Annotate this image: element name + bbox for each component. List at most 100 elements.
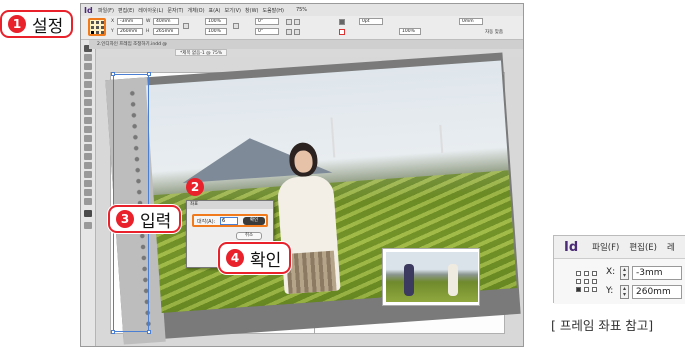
dialog-cancel-button[interactable]: 취소	[236, 232, 262, 240]
inset-photo-frame[interactable]	[382, 248, 480, 306]
free-transform-tool-icon[interactable]	[84, 153, 92, 160]
scale-y-field[interactable]: 100%	[205, 28, 227, 35]
selection-frame[interactable]	[113, 74, 149, 332]
face	[293, 149, 314, 174]
control-panel: X -3mm Y 260mm W 40mm H 265mm 100% 100% …	[81, 16, 523, 40]
fill-stroke-icon[interactable]	[84, 210, 92, 217]
menu-item-window[interactable]: 창(W)	[245, 7, 258, 14]
flip-vertical-icon[interactable]	[294, 29, 300, 35]
rectangle-tool-icon[interactable]	[84, 135, 92, 142]
rectangle-frame-tool-icon[interactable]	[84, 126, 92, 133]
dialog-field-label: 대각(A):	[197, 219, 216, 225]
dialog-title: 좌표	[187, 201, 273, 209]
constrain-proportions-icon[interactable]	[183, 23, 189, 29]
autofit-label[interactable]: 자동 맞춤	[485, 29, 503, 35]
flip-horizontal-icon[interactable]	[286, 29, 292, 35]
document-tab[interactable]: 2.인디자인 프레임 조정하기.indd @ 75%	[97, 40, 167, 49]
screen: Id 파일(F) 편집(E) 레이아웃(L) 문자(T) 개체(O) 표(A) …	[0, 0, 685, 349]
eyedropper-tool-icon[interactable]	[84, 180, 92, 187]
reference-body: X: ▴ ▾ -3mm Y: ▴ ▾ 260mm	[554, 258, 685, 304]
selection-handle[interactable]	[111, 330, 115, 334]
reference-caption: [ 프레임 좌표 참고]	[551, 318, 654, 333]
inset-person-right	[448, 264, 458, 296]
selection-handle[interactable]	[111, 72, 115, 76]
menu-item-file[interactable]: 파일(F)	[98, 7, 114, 14]
rotate-field[interactable]: 0°	[255, 18, 279, 25]
h-field[interactable]: 265mm	[153, 28, 179, 35]
hand-tool-icon[interactable]	[84, 189, 92, 196]
reference-point-grid[interactable]	[88, 18, 106, 36]
reference-x-label: X:	[606, 267, 616, 277]
skirt	[285, 250, 337, 294]
gap-tool-icon[interactable]	[84, 72, 92, 79]
inset-photo	[386, 252, 478, 302]
type-tool-icon[interactable]	[84, 90, 92, 97]
callout-step-3: 3 입력	[108, 205, 182, 233]
step-4-badge: 4	[226, 249, 244, 267]
menu-item-type[interactable]: 문자(T)	[167, 7, 183, 14]
selection-handle[interactable]	[147, 330, 151, 334]
reference-menu-file: 파일(F)	[592, 243, 620, 253]
direct-selection-tool-icon[interactable]	[84, 54, 92, 61]
menu-item-layout[interactable]: 레이아웃(L)	[138, 7, 163, 14]
step-1-label: 설정	[32, 16, 64, 37]
x-label: X	[111, 19, 115, 24]
pen-tool-icon[interactable]	[84, 108, 92, 115]
menu-item-edit[interactable]: 편집(E)	[118, 7, 134, 14]
line-tool-icon[interactable]	[84, 99, 92, 106]
rotate-ccw-icon[interactable]	[294, 19, 300, 25]
step-4-label: 확인	[250, 250, 282, 271]
dialog-value-input[interactable]: 6	[220, 217, 238, 225]
document-subtab[interactable]: *제목 없음-1 @ 75%	[175, 49, 228, 56]
selection-handle[interactable]	[147, 72, 151, 76]
reference-x-field: -3mm	[632, 266, 682, 280]
menu-bar: Id 파일(F) 편집(E) 레이아웃(L) 문자(T) 개체(O) 표(A) …	[81, 4, 523, 16]
view-mode-icon[interactable]	[84, 222, 92, 229]
y-label: Y	[111, 29, 114, 34]
pole	[439, 124, 444, 153]
zoom-level[interactable]: 75%	[296, 7, 307, 13]
callout-step-1: 1 설정	[0, 10, 74, 38]
callout-step-4: 4 확인	[218, 242, 292, 274]
constrain-scale-icon[interactable]	[233, 23, 239, 29]
y-stepper-icon: ▴ ▾	[620, 285, 629, 299]
menu-item-help[interactable]: 도움말(H)	[262, 7, 283, 14]
step-2-badge: 2	[186, 178, 204, 196]
step-3-label: 입력	[140, 211, 172, 232]
gradient-tool-icon[interactable]	[84, 162, 92, 169]
reference-point-icon	[576, 271, 598, 293]
content-collector-icon[interactable]	[84, 81, 92, 88]
scissors-tool-icon[interactable]	[84, 144, 92, 151]
note-tool-icon[interactable]	[84, 171, 92, 178]
reference-menu-bar: Id 파일(F) 편집(E) 레	[554, 236, 685, 258]
fill-swatch-icon[interactable]	[339, 19, 345, 25]
x-field[interactable]: -3mm	[117, 18, 143, 25]
h-label: H	[146, 29, 150, 34]
menu-item-view[interactable]: 보기(V)	[224, 7, 241, 14]
menu-item-object[interactable]: 개체(O)	[188, 7, 205, 14]
w-label: W	[146, 19, 151, 24]
inset-person-left	[404, 264, 414, 296]
document-tab-bar: 2.인디자인 프레임 조정하기.indd @ 75%	[89, 40, 523, 49]
w-field[interactable]: 40mm	[153, 18, 179, 25]
stroke-swatch-icon[interactable]	[339, 29, 345, 35]
dialog-ok-button[interactable]: 확인	[243, 217, 265, 225]
opacity-field[interactable]: 100%	[399, 28, 421, 35]
reference-y-field: 260mm	[632, 285, 682, 299]
zoom-tool-icon[interactable]	[84, 198, 92, 205]
pencil-tool-icon[interactable]	[84, 117, 92, 124]
step-3-badge: 3	[116, 210, 134, 228]
reference-y-label: Y:	[606, 286, 614, 296]
stroke-weight-field[interactable]: 0pt	[359, 18, 383, 25]
rotate-cw-icon[interactable]	[286, 19, 292, 25]
shear-field[interactable]: 0°	[255, 28, 279, 35]
gap-field[interactable]: 0mm	[459, 18, 483, 25]
x-stepper-icon: ▴ ▾	[620, 266, 629, 280]
reference-menu-edit: 편집(E)	[629, 243, 657, 253]
scale-x-field[interactable]: 100%	[205, 18, 227, 25]
y-field[interactable]: 260mm	[117, 28, 143, 35]
page-tool-icon[interactable]	[84, 63, 92, 70]
tools-panel	[81, 40, 96, 346]
reference-menu-layout: 레	[666, 243, 675, 253]
menu-item-table[interactable]: 표(A)	[209, 7, 221, 14]
